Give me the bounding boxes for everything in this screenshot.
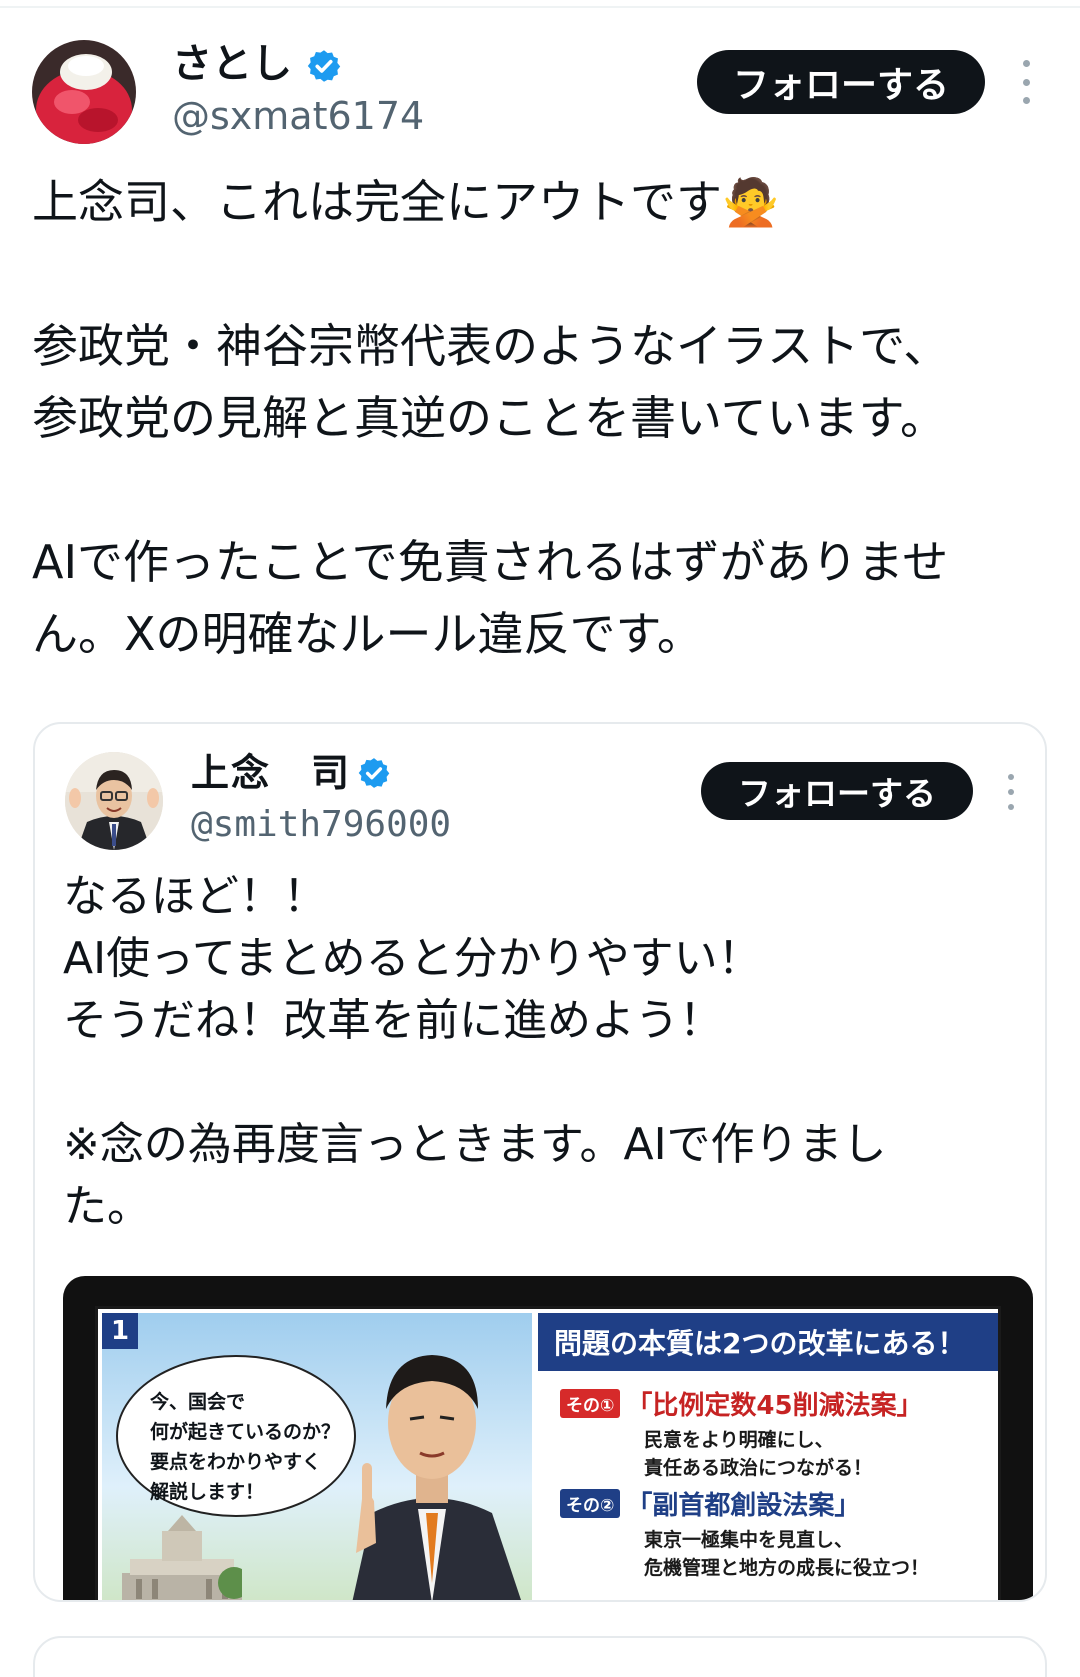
item-tag: その① [560,1389,621,1418]
infographic-item-2: その② 「副首都創設法案」 東京一極集中を見直し、 危機管理と地方の成長に役立つ！ [560,1485,990,1582]
infographic-heading: 問題の本質は2つの改革にある！ [538,1313,998,1371]
item-tag: その② [560,1489,621,1518]
infographic-illustration: 1 今、国会で 何が起きているのか？ 要点をわかりやすく 解説します！ [102,1313,532,1600]
avatar-shaved-ice-image [32,40,136,144]
panel-number: 1 [102,1313,138,1349]
follow-button[interactable]: フォローする [697,50,985,114]
quoted-display-name[interactable]: 上念 司 [191,748,351,798]
quoted-avatar[interactable] [65,752,163,850]
display-name[interactable]: さとし [172,38,292,90]
more-options-icon[interactable] [1016,60,1036,104]
avatar-portrait-image [65,752,163,850]
infographic-item-1: その① 「比例定数45削減法案」 民意をより明確にし、 責任ある政治につながる！ [560,1385,990,1482]
avatar[interactable] [32,40,136,144]
quoted-handle[interactable]: @smith796000 [191,802,451,848]
verified-badge-icon [358,758,390,788]
handle[interactable]: @sxmat6174 [172,92,424,140]
item-description: 東京一極集中を見直し、 危機管理と地方の成長に役立つ！ [644,1529,930,1579]
next-post-card[interactable] [33,1636,1047,1677]
item-title: 「比例定数45削減法案」 [626,1391,923,1421]
top-divider [0,6,1080,8]
infographic-summary: 問題の本質は2つの改革にある！ その① 「比例定数45削減法案」 民意をより明確に… [538,1313,998,1600]
infographic-panel: 1 今、国会で 何が起きているのか？ 要点をわかりやすく 解説します！ 問題の本… [95,1306,1001,1600]
item-title: 「副首都創設法案」 [626,1491,861,1521]
quoted-post-text: なるほど！！ AI使ってまとめると分かりやすい！ そうだね！改革を前に進めよう！… [63,871,887,1232]
quoted-follow-button[interactable]: フォローする [701,762,973,820]
politician-illustration [352,1355,521,1600]
speech-bubble: 今、国会で 何が起きているのか？ 要点をわかりやすく 解説します！ [116,1355,356,1517]
item-description: 民意をより明確にし、 責任ある政治につながる！ [644,1429,873,1479]
quoted-post-card[interactable]: 上念 司 @smith796000 フォローする なるほど！！ AI使ってまとめ… [33,722,1047,1602]
diet-building-illustration [122,1515,242,1600]
more-options-icon[interactable] [1003,774,1019,810]
verified-badge-icon [307,50,341,82]
quoted-post-image[interactable]: 1 今、国会で 何が起きているのか？ 要点をわかりやすく 解説します！ 問題の本… [63,1276,1033,1600]
post-text: 上念司、これは完全にアウトです🙅 参政党・神谷宗幣代表のようなイラストで、 参政… [32,175,950,661]
